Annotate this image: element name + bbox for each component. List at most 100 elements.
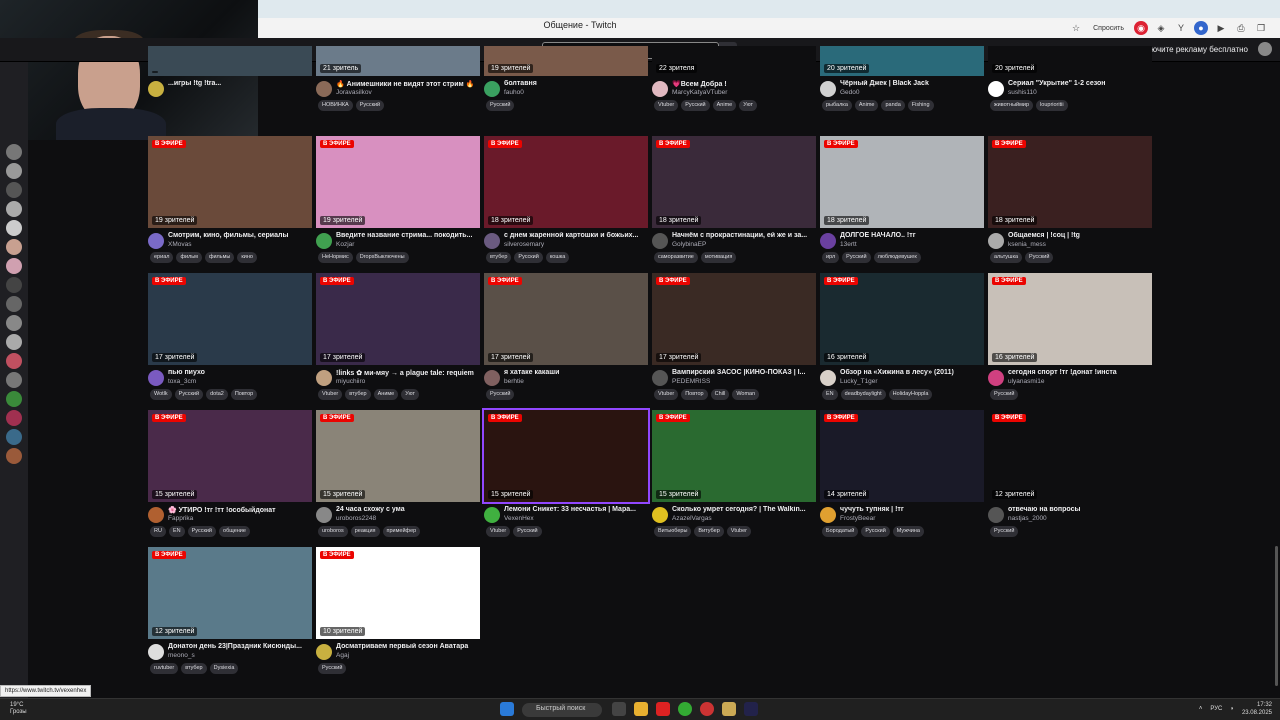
channel-avatar[interactable] [484, 81, 500, 97]
tag[interactable]: Русский [514, 252, 543, 263]
tag[interactable]: Русский [513, 526, 542, 537]
tag[interactable]: Vtuber [654, 100, 679, 111]
stream-card[interactable]: В ЭФИРЕ 15 зрителей Лемони Сникет: 33 несч… [482, 408, 650, 544]
tag[interactable]: Уют [401, 389, 420, 400]
channel-name[interactable]: nastjas_2000 [1008, 515, 1047, 522]
tag[interactable]: EN [168, 526, 185, 537]
tag[interactable]: НеНормис [318, 252, 353, 263]
stream-card[interactable]: 20 зрителей Чёрный Джек | Black Jack Gedo0… [820, 46, 984, 120]
followed-channel-avatar[interactable] [6, 315, 22, 331]
channel-name[interactable]: silverosemary [504, 241, 544, 248]
tag[interactable]: Витьюберы [654, 526, 692, 537]
channel-avatar[interactable] [148, 644, 164, 660]
channel-name[interactable]: Fapprika [168, 515, 193, 522]
weather-widget[interactable]: 19°C Грозы [10, 702, 27, 716]
stream-card[interactable]: В ЭФИРЕ 18 зрителей Общаемся | !соц | !tg k… [988, 136, 1152, 270]
stream-title[interactable]: !links ✿ ми-мяу → a plague tale: requiem [336, 369, 480, 377]
stream-card[interactable]: В ЭФИРЕ 18 зрителей ДОЛГОЕ НАЧАЛО.. !тг 13e… [820, 136, 984, 270]
tag[interactable]: Повтор [230, 389, 258, 400]
channel-avatar[interactable] [820, 507, 836, 523]
followed-channel-avatar[interactable] [6, 182, 22, 198]
tag[interactable]: DropsВыключены [355, 252, 409, 263]
channel-avatar[interactable] [148, 81, 164, 97]
channel-name[interactable]: sushis110 [1008, 89, 1037, 96]
stream-card[interactable]: В ЭФИРЕ 15 зрителей 🌸 УТИРО !тг !тт !особы… [148, 410, 312, 544]
followed-channel-avatar[interactable] [6, 391, 22, 407]
channel-name[interactable]: VexenHex [504, 515, 534, 522]
stream-title[interactable]: Общаемся | !соц | !tg [1008, 232, 1152, 239]
stream-card[interactable]: 21 зритель 🔥 Анимешники не видят этот стр… [316, 46, 480, 120]
channel-avatar[interactable] [652, 507, 668, 523]
channel-name[interactable]: AzazelVargas [672, 515, 712, 522]
stream-card[interactable]: В ЭФИРЕ 19 зрителей Смотрим, кино, фильмы,… [148, 136, 312, 270]
channel-name[interactable]: Kozjar [336, 241, 354, 248]
tag[interactable]: альтушка [990, 252, 1023, 263]
stream-card[interactable]: В ЭФИРЕ 15 зрителей 24 часа схожу с ума uro… [316, 410, 480, 544]
tag[interactable]: Витубер [694, 526, 724, 537]
tag[interactable]: uroboros [318, 526, 348, 537]
stream-title[interactable]: Введите название стрима... покодить... [336, 232, 480, 239]
tag[interactable]: втубер [486, 252, 512, 263]
followed-channel-avatar[interactable] [6, 353, 22, 369]
tag[interactable]: Бородатый [822, 526, 859, 537]
stream-thumbnail[interactable]: В ЭФИРЕ 12 зрителей [148, 547, 312, 639]
stream-title[interactable]: 💗Всем Добра ! [672, 80, 816, 88]
tag[interactable]: HolidayHoppla [888, 389, 933, 400]
stream-title[interactable]: Сколько умрет сегодня? | The Walkin... [672, 506, 816, 513]
taskbar-search[interactable]: Быстрый поиск [522, 703, 602, 717]
stream-title[interactable]: с днем жаренной картошки и божьих... [504, 232, 648, 239]
tag[interactable]: Wotlk [150, 389, 172, 400]
stream-thumbnail[interactable]: 19 зрителей [484, 46, 648, 76]
followed-channel-avatar[interactable] [6, 277, 22, 293]
tag[interactable]: Anime [854, 100, 879, 111]
tag[interactable]: Русский [842, 252, 871, 263]
tag[interactable]: Уют [739, 100, 758, 111]
stream-thumbnail[interactable] [148, 46, 312, 76]
stream-thumbnail[interactable]: В ЭФИРЕ 10 зрителей [316, 547, 480, 639]
tag[interactable]: Русский [187, 526, 217, 537]
channel-avatar[interactable] [988, 233, 1004, 249]
stream-card[interactable]: В ЭФИРЕ 12 зрителей отвечаю на вопросы nast… [988, 410, 1152, 544]
stream-thumbnail[interactable]: 20 зрителей [988, 46, 1152, 76]
tag[interactable]: животныймир [990, 100, 1034, 111]
channel-name[interactable]: Agaj [336, 652, 349, 659]
stream-thumbnail[interactable]: В ЭФИРЕ 15 зрителей [482, 408, 650, 504]
tag[interactable]: люблюдевушек [873, 252, 921, 263]
stream-thumbnail[interactable]: В ЭФИРЕ 18 зрителей [988, 136, 1152, 228]
followed-channel-avatar[interactable] [6, 334, 22, 350]
channel-avatar[interactable] [820, 81, 836, 97]
stream-card[interactable]: В ЭФИРЕ 17 зрителей пью пиухо toxa_3cm Wotlk… [148, 273, 312, 407]
channel-name[interactable]: FrostyBeear [840, 515, 875, 522]
stream-title[interactable]: 🌸 УТИРО !тг !тт !особыйдонат [168, 506, 312, 514]
stream-thumbnail[interactable]: 20 зрителей [820, 46, 984, 76]
channel-name[interactable]: Gedo0 [840, 89, 860, 96]
tag[interactable]: Woman [732, 389, 760, 400]
tag[interactable]: мотивация [700, 252, 737, 263]
channel-name[interactable]: 13ertt [840, 241, 857, 248]
tag[interactable]: Vtuber [318, 389, 343, 400]
channel-name[interactable]: XMovas [168, 241, 191, 248]
stream-card[interactable]: 22 зрителя 💗Всем Добра ! MarcyKatyaVTuber V… [652, 46, 816, 120]
stream-card[interactable]: В ЭФИРЕ 10 зрителей Досматриваем первый се… [316, 547, 480, 681]
channel-avatar[interactable] [148, 370, 164, 386]
channel-avatar[interactable] [316, 370, 332, 386]
channel-name[interactable]: ulyanasmi1e [1008, 378, 1045, 385]
tag[interactable]: Русский [1025, 252, 1054, 263]
stream-card[interactable]: В ЭФИРЕ 18 зрителей с днем жаренной картош… [484, 136, 648, 270]
channel-avatar[interactable] [820, 370, 836, 386]
extension-icon-2[interactable]: ◈ [1154, 21, 1168, 35]
followed-channel-avatar[interactable] [6, 239, 22, 255]
channel-avatar[interactable] [316, 507, 332, 523]
stream-title[interactable]: Смотрим, кино, фильмы, сериалы [168, 232, 312, 239]
stream-thumbnail[interactable]: В ЭФИРЕ 18 зрителей [652, 136, 816, 228]
stream-title[interactable]: ...игры !tg !tra... [168, 80, 312, 87]
tag[interactable]: ериал [150, 252, 174, 263]
stream-thumbnail[interactable]: В ЭФИРЕ 17 зрителей [316, 273, 480, 365]
stream-card[interactable]: В ЭФИРЕ 16 зрителей сегодня спорт !тг !дон… [988, 273, 1152, 407]
channel-avatar[interactable] [988, 81, 1004, 97]
channel-avatar[interactable] [988, 507, 1004, 523]
stream-card[interactable]: 20 зрителей Сериал "Укрытие" 1-2 сезон sus… [988, 46, 1152, 120]
play-icon[interactable]: ▶ [1214, 21, 1228, 35]
stream-title[interactable]: Начнём с прокрастинации, ей же и за... [672, 232, 816, 239]
stream-card[interactable]: В ЭФИРЕ 15 зрителей Сколько умрет сегодня?… [652, 410, 816, 544]
